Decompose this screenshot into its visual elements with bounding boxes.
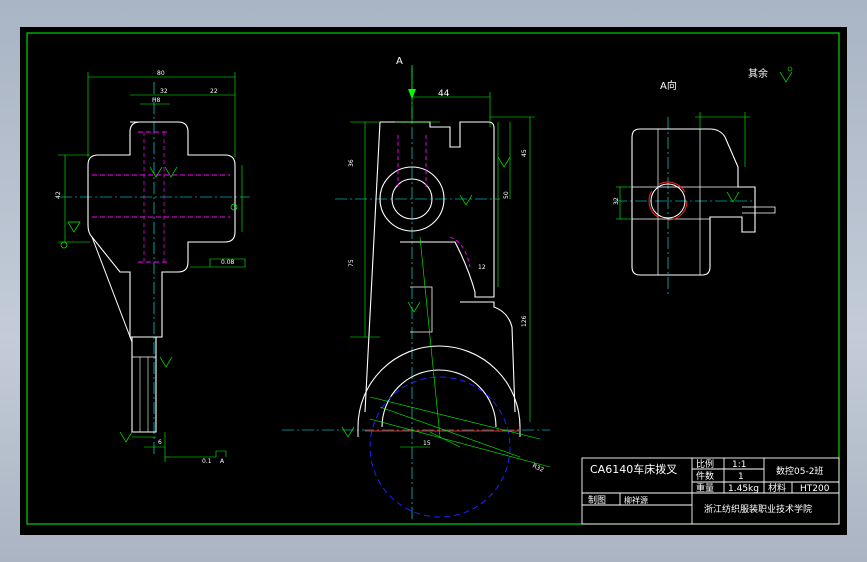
dim-22: 22 (210, 88, 218, 95)
drawing-border (26, 32, 840, 525)
dim-r32: R32 (531, 462, 545, 473)
dim-32: 32 (160, 88, 168, 95)
dim-126: 126 (521, 315, 528, 327)
dim-15: 15 (423, 440, 431, 447)
qty-label: 件数 (696, 470, 714, 482)
material-value: HT200 (800, 484, 830, 494)
dim-80: 80 (157, 70, 165, 77)
tol-0-08: 0.08 (221, 259, 235, 266)
dim-h8: H8 (152, 97, 161, 104)
dim-6: 6 (158, 439, 162, 446)
dim-44: 44 (438, 89, 450, 99)
weight-label: 重量 (696, 482, 714, 494)
cad-viewport[interactable]: 80 32 22 H8 42 0.08 0.1 A 6 A 44 36 45 5… (20, 27, 847, 535)
drawing-canvas: 80 32 22 H8 42 0.08 0.1 A 6 A 44 36 45 5… (26, 32, 840, 525)
part-name: CA6140车床拨叉 (590, 462, 677, 476)
scale-value: 1:1 (732, 460, 746, 470)
material-label: 材料 (768, 482, 786, 494)
dim-42: 42 (55, 191, 62, 199)
dim-12: 12 (478, 264, 486, 271)
qty-value: 1 (738, 472, 744, 482)
dim-45: 45 (521, 149, 528, 157)
center-view (282, 65, 551, 522)
tol-0-1: 0.1 (202, 458, 212, 465)
left-view (58, 72, 250, 462)
dim-36: 36 (348, 159, 355, 167)
drawn-by: 柳祥源 (624, 495, 648, 505)
right-view (615, 66, 793, 297)
dim-right-32: 32 (613, 197, 620, 205)
rough-note: 其余 (748, 67, 768, 80)
school-name: 浙江纺织服装职业技术学院 (704, 503, 812, 515)
weight-value: 1.45kg (728, 484, 759, 494)
dim-50: 50 (503, 191, 510, 199)
drawn-label: 制图 (588, 494, 606, 506)
view-a-label: A向 (660, 79, 677, 92)
scale-label: 比例 (696, 458, 714, 470)
dim-75: 75 (348, 259, 355, 267)
datum-a: A (220, 458, 225, 465)
view-arrow-label: A (396, 56, 403, 67)
class-label: 数控05-2班 (776, 465, 823, 477)
